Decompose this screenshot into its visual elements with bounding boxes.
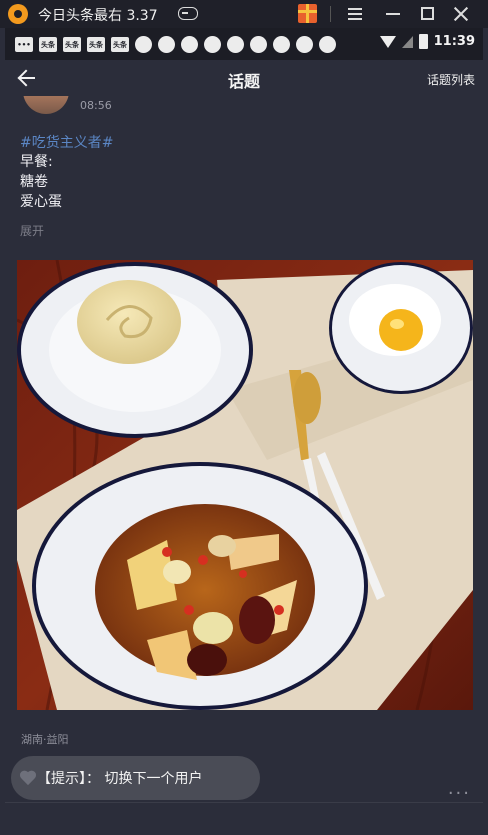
- heart-icon: [19, 771, 37, 785]
- clock: 11:39: [433, 34, 475, 49]
- post-content: 08:56 #吃货主义者# 早餐: 糖卷 爱心蛋 展开 湖南·益阳 【提示】： …: [5, 96, 483, 831]
- back-arrow-icon[interactable]: [17, 69, 37, 87]
- toutiao-notification-icon: 头条: [111, 37, 129, 52]
- notification-icons: ••• 头条 头条 头条 头条: [15, 36, 336, 53]
- gift-icon[interactable]: [298, 4, 317, 23]
- hashtag-link[interactable]: #吃货主义者#: [20, 132, 113, 152]
- notification-dot-icon: [250, 36, 267, 53]
- post-line: 糖卷: [20, 174, 48, 190]
- notification-dot-icon: [227, 36, 244, 53]
- expand-link[interactable]: 展开: [20, 222, 44, 239]
- toast-message: 【提示】： 切换下一个用户: [11, 756, 260, 800]
- battery-icon: [418, 34, 428, 49]
- window-title: 今日头条最右 3.37: [38, 8, 158, 24]
- app-header: 话题 话题列表: [5, 60, 483, 96]
- toutiao-notification-icon: 头条: [87, 37, 105, 52]
- post-line: 爱心蛋: [20, 194, 62, 210]
- message-icon: •••: [15, 37, 33, 52]
- toutiao-notification-icon: 头条: [39, 37, 57, 52]
- more-options-icon[interactable]: ...: [448, 778, 471, 799]
- divider: [5, 802, 483, 803]
- notification-dot-icon: [204, 36, 221, 53]
- toast-text: 【提示】： 切换下一个用户: [37, 771, 203, 787]
- location-label: 湖南·益阳: [21, 733, 69, 746]
- notification-dot-icon: [296, 36, 313, 53]
- post-text: 早餐: 糖卷 爱心蛋: [20, 152, 62, 212]
- topic-list-link[interactable]: 话题列表: [427, 71, 475, 88]
- post-time: 08:56: [80, 99, 112, 112]
- app-logo-icon: [8, 4, 28, 24]
- android-status-bar: ••• 头条 头条 头条 头条 11:39: [5, 28, 483, 60]
- minimize-icon[interactable]: [386, 13, 400, 15]
- post-photo[interactable]: [17, 260, 473, 710]
- page-title: 话题: [227, 72, 260, 91]
- signal-icon: [401, 35, 413, 48]
- avatar[interactable]: [23, 96, 69, 114]
- maximize-icon[interactable]: [421, 7, 434, 20]
- notification-dot-icon: [135, 36, 152, 53]
- breakfast-photo: [17, 260, 473, 710]
- notification-dot-icon: [319, 36, 336, 53]
- title-bar-divider: [330, 6, 331, 22]
- menu-icon[interactable]: [348, 8, 362, 20]
- wifi-icon: [379, 35, 396, 48]
- notification-dot-icon: [181, 36, 198, 53]
- notification-dot-icon: [158, 36, 175, 53]
- emulator-title-bar: 今日头条最右 3.37: [0, 0, 488, 28]
- toutiao-notification-icon: 头条: [63, 37, 81, 52]
- gamepad-icon[interactable]: [178, 7, 198, 20]
- system-icons: 11:39: [379, 34, 475, 49]
- notification-dot-icon: [273, 36, 290, 53]
- post-line: 早餐:: [20, 154, 53, 170]
- close-icon[interactable]: [452, 5, 470, 23]
